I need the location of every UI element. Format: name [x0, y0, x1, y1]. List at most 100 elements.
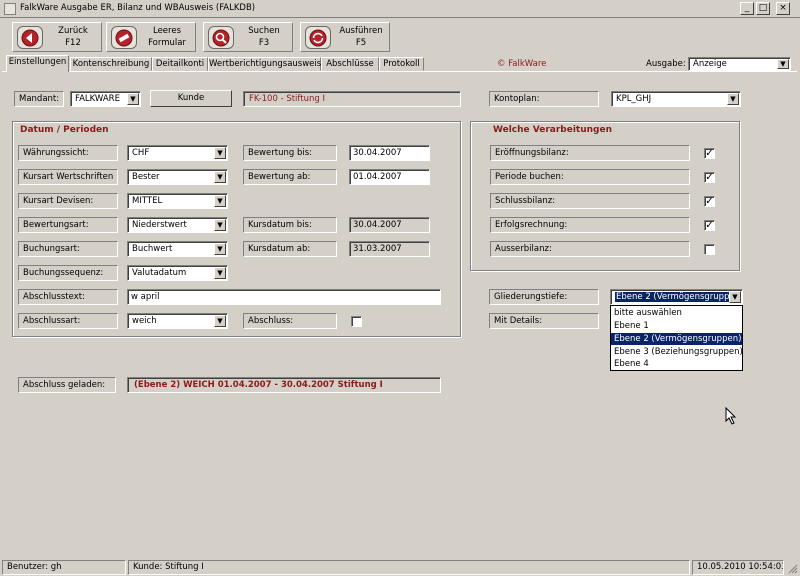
datum-perioden-title: Datum / Perioden [20, 125, 109, 135]
chevron-down-icon[interactable]: ▼ [729, 291, 741, 303]
mandant-select[interactable]: FALKWARE ▼ [70, 91, 141, 107]
tab-panel-border [2, 71, 797, 72]
bewertung-bis-label: Bewertung bis: [243, 145, 337, 161]
back-shortcut: F12 [65, 38, 81, 48]
bewertung-ab-label: Bewertung ab: [243, 169, 337, 185]
abschluss-geladen-field: (Ebene 2) WEICH 01.04.2007 - 30.04.2007 … [127, 377, 441, 393]
empty-form-button[interactable]: Leeres Formular [106, 22, 196, 52]
kursart-wertschriften-select[interactable]: Bester ▼ [127, 169, 228, 185]
title-bar: FalkWare Ausgabe ER, Bilanz und WBAuswei… [0, 0, 800, 18]
kursdatum-bis-label: Kursdatum bis: [243, 217, 337, 233]
abschlussart-label: Abschlussart: [18, 313, 118, 329]
resize-grip-icon[interactable] [786, 562, 798, 574]
search-button[interactable]: Suchen F3 [203, 22, 293, 52]
buchungsart-select[interactable]: Buchwert ▼ [127, 241, 228, 257]
back-arrow-icon [17, 26, 43, 49]
buchungsart-label: Buchungsart: [18, 241, 118, 257]
erfolgsrechnung-label: Erfolgsrechnung: [490, 217, 690, 233]
waehrungssicht-label: Währungssicht: [18, 145, 118, 161]
mouse-cursor-icon [725, 407, 737, 425]
back-button[interactable]: Zurück F12 [12, 22, 102, 52]
waehrungssicht-select[interactable]: CHF ▼ [127, 145, 228, 161]
minimize-button[interactable]: _ [740, 2, 754, 15]
periode-buchen-checkbox[interactable]: ✓ [704, 172, 715, 183]
kursart-wertschriften-value: Bester [132, 172, 160, 182]
gliederungstiefe-select[interactable]: Ebene 2 (Vermögensgruppe ▼ [610, 289, 743, 305]
empty-form-sublabel: Formular [148, 38, 186, 48]
chevron-down-icon[interactable]: ▼ [777, 59, 789, 69]
maximize-button[interactable]: □ [756, 2, 770, 15]
kontoplan-label: Kontoplan: [489, 91, 599, 107]
tab-abschluesse[interactable]: Abschlüsse [321, 57, 379, 71]
gliederungstiefe-label: Gliederungstiefe: [489, 289, 599, 305]
abschluss-geladen-label: Abschluss geladen: [18, 377, 116, 393]
kursdatum-ab-field: 31.03.2007 [349, 241, 430, 257]
refresh-icon [305, 26, 331, 49]
chevron-down-icon[interactable]: ▼ [127, 93, 139, 105]
tab-deitailkonti[interactable]: Deitailkonti [152, 57, 208, 71]
ausgabe-select[interactable]: Anzeige ▼ [688, 57, 791, 71]
erfolgsrechnung-checkbox[interactable]: ✓ [704, 220, 715, 231]
status-datetime: 10.05.2010 10:54:03 [692, 560, 784, 575]
window-title: FalkWare Ausgabe ER, Bilanz und WBAuswei… [20, 3, 256, 13]
mandant-value: FALKWARE [75, 94, 120, 104]
search-icon [208, 26, 234, 49]
gliederungstiefe-dropdown: bitte auswählen Ebene 1 Ebene 2 (Vermöge… [610, 305, 743, 371]
bewertung-ab-input[interactable]: 01.04.2007 [349, 169, 430, 185]
tab-protokoll[interactable]: Protokoll [379, 57, 424, 71]
chevron-down-icon[interactable]: ▼ [727, 93, 739, 105]
schlussbilanz-checkbox[interactable]: ✓ [704, 196, 715, 207]
ausserbilanz-label: Ausserbilanz: [490, 241, 690, 257]
status-user: Benutzer: gh [2, 560, 126, 575]
execute-button[interactable]: Ausführen F5 [300, 22, 390, 52]
dropdown-option[interactable]: Ebene 3 (Beziehungsgruppen) [611, 346, 743, 358]
kursdatum-ab-label: Kursdatum ab: [243, 241, 337, 257]
chevron-down-icon[interactable]: ▼ [214, 147, 226, 159]
periode-buchen-label: Periode buchen: [490, 169, 690, 185]
bewertungsart-select[interactable]: Niederstwert ▼ [127, 217, 228, 233]
chevron-down-icon[interactable]: ▼ [214, 267, 226, 279]
kontoplan-value: KPL_GHJ [616, 94, 652, 104]
chevron-down-icon[interactable]: ▼ [214, 171, 226, 183]
mit-details-label: Mit Details: [489, 313, 599, 329]
abschluss-checkbox[interactable] [351, 316, 362, 327]
abschlussart-select[interactable]: weich ▼ [127, 313, 228, 329]
execute-label: Ausführen [339, 26, 383, 36]
dropdown-option[interactable]: bitte auswählen [611, 307, 742, 319]
eroeffnungsbilanz-label: Eröffnungsbilanz: [490, 145, 690, 161]
tab-wertberichtigungsausweis[interactable]: Wertberichtigungsausweis [208, 57, 321, 71]
tab-einstellungen[interactable]: Einstellungen [6, 55, 69, 72]
chevron-down-icon[interactable]: ▼ [214, 195, 226, 207]
status-kunde: Kunde: Stiftung I [128, 560, 690, 575]
chevron-down-icon[interactable]: ▼ [214, 219, 226, 231]
dropdown-option[interactable]: Ebene 1 [611, 320, 742, 332]
tab-kontenschreibung[interactable]: Kontenschreibung [70, 57, 152, 71]
search-label: Suchen [248, 26, 280, 36]
kontoplan-select[interactable]: KPL_GHJ ▼ [611, 91, 741, 107]
ausserbilanz-checkbox[interactable] [704, 244, 715, 255]
bewertung-bis-input[interactable]: 30.04.2007 [349, 145, 430, 161]
kursart-devisen-select[interactable]: MITTEL ▼ [127, 193, 228, 209]
abschlussart-value: weich [132, 316, 157, 326]
bewertungsart-label: Bewertungsart: [18, 217, 118, 233]
dropdown-option[interactable]: Ebene 4 [611, 358, 742, 370]
chevron-down-icon[interactable]: ▼ [214, 315, 226, 327]
buchungssequenz-select[interactable]: Valutadatum ▼ [127, 265, 228, 281]
search-shortcut: F3 [258, 38, 270, 48]
abschluss-label: Abschluss: [243, 313, 337, 329]
mandant-label: Mandant: [14, 91, 64, 107]
execute-shortcut: F5 [355, 38, 367, 48]
kunde-field: FK-100 - Stiftung I [243, 91, 461, 107]
abschlusstext-input[interactable]: w april [127, 289, 441, 305]
close-button[interactable]: × [776, 2, 790, 15]
dropdown-option-selected[interactable]: Ebene 2 (Vermögensgruppen) [611, 333, 742, 345]
eroeffnungsbilanz-checkbox[interactable]: ✓ [704, 148, 715, 159]
back-label: Zurück [58, 26, 88, 36]
ausgabe-label: Ausgabe: [646, 59, 686, 69]
kunde-button[interactable]: Kunde [150, 90, 232, 107]
chevron-down-icon[interactable]: ▼ [214, 243, 226, 255]
kursart-devisen-label: Kursart Devisen: [18, 193, 118, 209]
abschlusstext-label: Abschlusstext: [18, 289, 118, 305]
schlussbilanz-label: Schlussbilanz: [490, 193, 690, 209]
kursart-wertschriften-label: Kursart Wertschriften [18, 169, 118, 185]
